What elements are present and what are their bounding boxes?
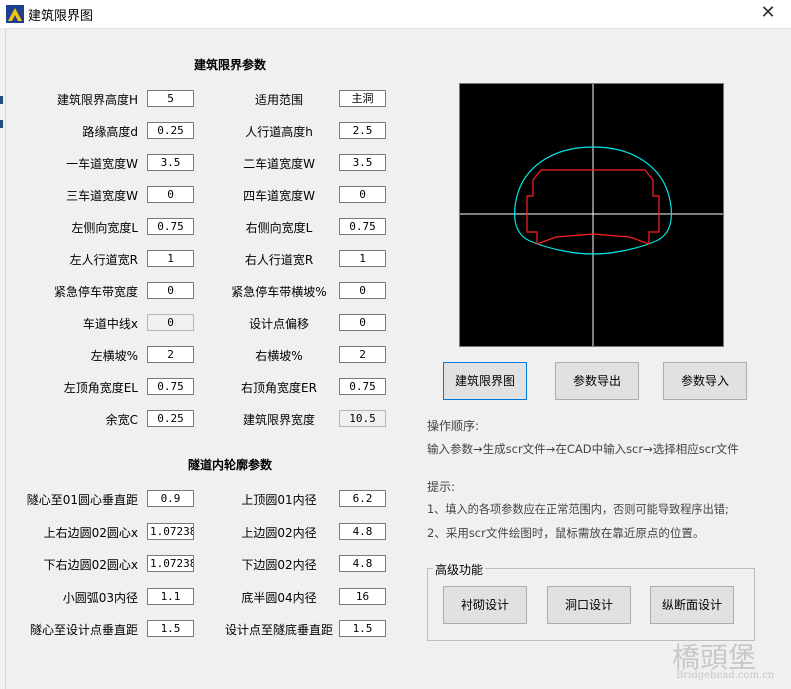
- param-input[interactable]: 0.75: [339, 378, 386, 395]
- field-label: 右顶角宽度ER: [241, 381, 317, 395]
- preview-canvas: [459, 83, 724, 347]
- param-input[interactable]: 6.2: [339, 490, 386, 507]
- title-bar: 建筑限界图 ✕: [0, 0, 791, 29]
- import-params-button[interactable]: 参数导入: [663, 362, 747, 400]
- tip-1: 1、填入的各项参数应在正常范围内，否则可能导致程序出错;: [427, 503, 729, 516]
- param-input[interactable]: 4.8: [339, 555, 386, 572]
- param-input[interactable]: 1: [339, 250, 386, 267]
- param-input[interactable]: 3.5: [147, 154, 194, 171]
- app-icon: [6, 5, 24, 23]
- param-input[interactable]: 1.072380: [147, 555, 194, 572]
- param-input[interactable]: 16: [339, 587, 386, 605]
- field-label: 下边圆02内径: [241, 558, 317, 572]
- field-label: 适用范围: [254, 93, 303, 107]
- param-input[interactable]: 0: [147, 186, 194, 203]
- field-label: 小圆弧03内径: [62, 590, 138, 605]
- field-label: 二车道宽度W: [243, 157, 315, 171]
- watermark-url: Bridgehead.com.cn: [676, 670, 775, 681]
- param-input[interactable]: 0.75: [147, 218, 194, 235]
- param-input[interactable]: 0.75: [147, 378, 194, 395]
- param-input[interactable]: 2.5: [339, 122, 386, 139]
- field-label: 建筑限界高度H: [56, 93, 138, 107]
- param-input[interactable]: 2: [147, 346, 194, 363]
- field-label: 左顶角宽度EL: [63, 381, 138, 395]
- field-label: 车道中线x: [82, 317, 138, 331]
- field-label: 上边圆02内径: [241, 525, 317, 540]
- field-label: 人行道高度h: [245, 125, 313, 139]
- operation-order-title: 操作顺序:: [427, 419, 480, 433]
- close-button[interactable]: ✕: [745, 0, 791, 28]
- field-label: 建筑限界宽度: [242, 413, 315, 427]
- field-label: 三车道宽度W: [66, 189, 138, 203]
- param-input[interactable]: 主洞: [339, 90, 386, 107]
- field-label: 设计点偏移: [248, 317, 309, 331]
- param-input[interactable]: 0: [147, 314, 194, 331]
- param-input[interactable]: 1.5: [339, 620, 386, 637]
- param-input[interactable]: 1.1: [147, 587, 194, 605]
- field-label: 隧心至设计点垂直距: [29, 623, 138, 637]
- param-input[interactable]: 4.8: [339, 522, 386, 540]
- param-input[interactable]: 0: [339, 186, 386, 203]
- portal-design-button[interactable]: 洞口设计: [547, 586, 631, 624]
- field-label: 左人行道宽R: [69, 253, 138, 267]
- advanced-features-legend: 高级功能: [433, 561, 486, 578]
- field-label: 左横坡%: [90, 349, 138, 363]
- field-label: 余宽C: [105, 413, 138, 427]
- param-input[interactable]: 10.5: [339, 410, 386, 427]
- param-input[interactable]: 5: [147, 90, 194, 107]
- field-label: 紧急停车带宽度: [53, 285, 138, 299]
- section-title-contour: 隧道内轮廓参数: [187, 458, 272, 472]
- operation-order-text: 输入参数→生成scr文件→在CAD中输入scr→选择相应scr文件: [427, 442, 739, 456]
- tips-title: 提示:: [427, 480, 456, 494]
- param-input[interactable]: 2: [339, 346, 386, 363]
- param-input[interactable]: 1.072380: [147, 522, 194, 540]
- field-label: 下右边圆02圆心x: [43, 558, 138, 572]
- param-input[interactable]: 1.5: [147, 620, 194, 637]
- param-input[interactable]: 0.25: [147, 410, 194, 427]
- field-label: 一车道宽度W: [66, 157, 138, 171]
- tip-2: 2、采用scr文件绘图时，鼠标需放在靠近原点的位置。: [427, 526, 705, 540]
- field-label: 底半圆04内径: [241, 590, 317, 605]
- field-label: 右横坡%: [255, 349, 303, 363]
- param-input[interactable]: 0.9: [147, 490, 194, 507]
- export-params-button[interactable]: 参数导出: [555, 362, 639, 400]
- param-input[interactable]: 0.25: [147, 122, 194, 139]
- field-label: 上顶圆01内径: [241, 493, 317, 507]
- param-input[interactable]: 0.75: [339, 218, 386, 235]
- field-label: 左侧向宽度L: [71, 221, 138, 235]
- field-label: 上右边圆02圆心x: [43, 525, 138, 540]
- section-title-clearance: 建筑限界参数: [193, 58, 266, 72]
- field-label: 紧急停车带横坡%: [231, 285, 327, 299]
- field-label: 四车道宽度W: [243, 189, 315, 203]
- window-title: 建筑限界图: [28, 9, 94, 24]
- param-input[interactable]: 1: [147, 250, 194, 267]
- field-label: 右侧向宽度L: [245, 221, 313, 235]
- param-input[interactable]: 3.5: [339, 154, 386, 171]
- field-label: 右人行道宽R: [244, 253, 314, 267]
- param-input[interactable]: 0: [339, 314, 386, 331]
- param-input[interactable]: 0: [147, 282, 194, 299]
- draw-clearance-button[interactable]: 建筑限界图: [443, 362, 527, 400]
- field-label: 设计点至隧底垂直距: [224, 623, 333, 637]
- lining-design-button[interactable]: 衬砌设计: [443, 586, 527, 624]
- clearance-drawing: [460, 84, 723, 346]
- field-label: 路缘高度d: [82, 125, 138, 139]
- profile-design-button[interactable]: 纵断面设计: [650, 586, 734, 624]
- param-input[interactable]: 0: [339, 282, 386, 299]
- field-label: 隧心至01圆心垂直距: [26, 493, 138, 507]
